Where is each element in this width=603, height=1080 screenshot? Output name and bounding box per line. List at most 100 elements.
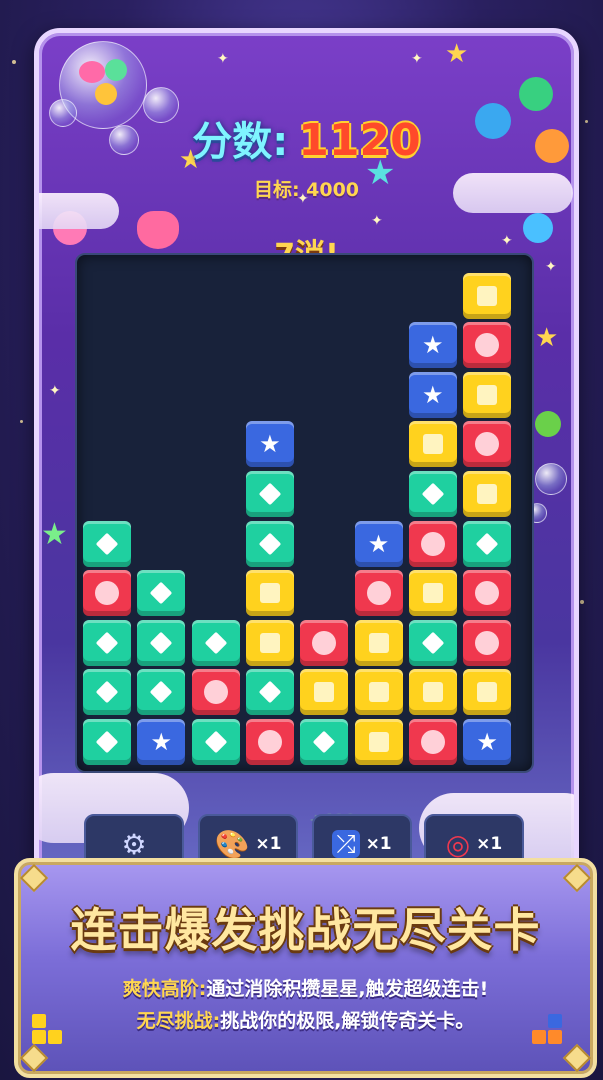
tile-red-circle[interactable] [408,520,457,567]
tile-blue-star[interactable]: ★ [463,719,512,765]
heart-candy-decoration [79,61,105,83]
tile-green-diamond[interactable] [83,520,131,567]
diamond-symbol-icon [421,482,445,506]
tile-green-diamond[interactable] [83,669,131,716]
circle-symbol-icon [366,581,391,606]
tile-red-circle[interactable] [408,719,457,765]
block-decoration [32,1014,46,1028]
tile-yellow-square[interactable] [463,272,512,319]
background-star [585,120,588,123]
diamond-symbol-icon [421,631,445,655]
corner-ornament [19,863,49,893]
square-symbol-icon [368,632,389,653]
tile-green-diamond[interactable] [137,669,186,716]
target-count: ×1 [476,834,503,854]
bubble-decoration [535,463,567,495]
tile-yellow-square[interactable] [300,669,349,716]
diamond-symbol-icon [258,532,282,555]
tile-red-circle[interactable] [83,570,131,617]
block-decoration [548,1030,562,1044]
diamond-symbol-icon [312,730,336,754]
target-icon: ◎ [445,827,471,861]
diamond-symbol-icon [95,681,119,704]
corner-ornament [562,863,592,893]
tile-green-diamond[interactable] [245,669,294,716]
background-star [20,420,23,423]
tile-yellow-square[interactable] [463,669,512,716]
star-symbol-icon: ★ [476,728,498,756]
square-symbol-icon [422,682,443,703]
tile-blue-star[interactable]: ★ [408,322,457,369]
tile-green-diamond[interactable] [408,471,457,517]
tile-red-circle[interactable] [191,669,240,716]
diamond-symbol-icon [95,631,119,655]
tile-red-circle[interactable] [463,421,512,468]
tile-yellow-square[interactable] [463,371,512,418]
star-decoration: ★ [445,39,469,69]
tile-yellow-square[interactable] [408,421,457,468]
banner-line-2-text: 挑战你的极限,解锁传奇关卡。 [220,1010,475,1032]
tile-green-diamond[interactable] [245,520,294,567]
tile-red-circle[interactable] [463,322,512,369]
tile-blue-star[interactable]: ★ [354,520,403,567]
tile-green-diamond[interactable] [408,619,457,666]
square-symbol-icon [259,632,280,653]
tile-red-circle[interactable] [354,570,403,617]
square-symbol-icon [422,434,443,455]
tile-yellow-square[interactable] [354,719,403,765]
circle-symbol-icon [475,432,500,457]
candy-decoration [519,77,553,111]
circle-symbol-icon [257,730,282,754]
diamond-symbol-icon [475,532,499,555]
block-decoration [48,1030,62,1044]
tile-blue-star[interactable]: ★ [408,371,457,418]
tile-yellow-square[interactable] [245,570,294,617]
star-decoration: ★ [41,517,68,552]
banner-line-2-label: 无尽挑战: [136,1010,221,1032]
gear-icon: ⚙ [121,827,147,861]
circle-symbol-icon [475,581,500,606]
target-score: 目标: 4000 [253,179,360,201]
corner-ornament [562,1043,592,1073]
promo-banner: 连击爆发挑战无尽关卡 爽快高阶:通过消除积攒星星,触发超级连击! 无尽挑战:挑战… [14,858,597,1078]
tile-yellow-square[interactable] [354,669,403,716]
diamond-symbol-icon [149,631,173,655]
star-symbol-icon: ★ [259,430,281,459]
tile-yellow-square[interactable] [245,619,294,666]
sparkle-decoration: ✦ [217,51,229,67]
star-symbol-icon: ★ [422,331,444,360]
tile-red-circle[interactable] [245,719,294,765]
square-symbol-icon [477,484,498,504]
tile-yellow-square[interactable] [354,619,403,666]
tile-green-diamond[interactable] [191,619,240,666]
tile-green-diamond[interactable] [300,719,349,765]
diamond-symbol-icon [149,681,173,704]
tile-yellow-square[interactable] [408,669,457,716]
circle-symbol-icon [475,333,500,358]
tile-red-circle[interactable] [463,570,512,617]
diamond-symbol-icon [204,730,227,754]
tile-green-diamond[interactable] [83,719,131,765]
tile-green-diamond[interactable] [83,619,131,666]
diamond-symbol-icon [204,631,227,655]
tile-blue-star[interactable]: ★ [245,421,294,468]
banner-title: 连击爆发挑战无尽关卡 [70,903,541,957]
tile-yellow-square[interactable] [408,570,457,617]
score-value: 1120 [298,115,421,166]
square-symbol-icon [368,682,389,703]
diamond-symbol-icon [95,532,119,555]
tile-green-diamond[interactable] [191,719,240,765]
star-symbol-icon: ★ [150,728,173,756]
tile-blue-star[interactable]: ★ [137,719,186,765]
tile-green-diamond[interactable] [463,520,512,567]
tile-green-diamond[interactable] [137,619,186,666]
tile-red-circle[interactable] [300,619,349,666]
tile-yellow-square[interactable] [463,471,512,517]
square-symbol-icon [259,583,280,604]
corner-ornament [19,1043,49,1073]
game-board[interactable]: +490 ★★★★★★ [75,253,534,829]
tile-red-circle[interactable] [463,619,512,666]
tile-green-diamond[interactable] [245,471,294,517]
circle-symbol-icon [475,630,500,655]
tile-green-diamond[interactable] [137,570,186,617]
